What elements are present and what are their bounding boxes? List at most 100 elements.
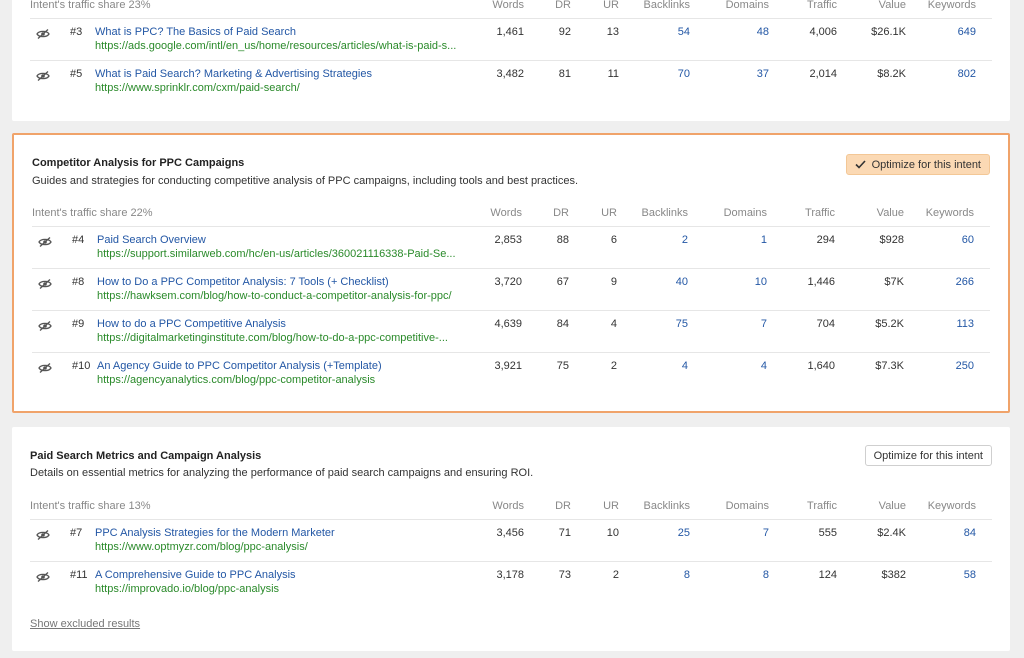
result-title-link[interactable]: What is Paid Search? Marketing & Adverti…	[95, 68, 372, 80]
keywords-link[interactable]: 60	[962, 234, 974, 246]
optimize-intent-button[interactable]: Optimize for this intent	[864, 445, 992, 466]
col-backlinks: Backlinks	[643, 500, 690, 512]
dr-value: 92	[558, 26, 571, 38]
rank: #9	[72, 318, 85, 330]
domains-link[interactable]: 4	[761, 360, 767, 372]
col-domains: Domains	[723, 207, 767, 219]
words-value: 4,639	[494, 318, 522, 330]
traffic-value: 1,640	[807, 360, 835, 372]
keywords-link[interactable]: 802	[958, 68, 976, 80]
eye-slash-icon[interactable]	[38, 237, 52, 247]
value-amount: $7K	[884, 276, 904, 288]
col-keywords: Keywords	[925, 207, 974, 219]
traffic-value: 124	[818, 569, 837, 581]
value-amount: $8.2K	[877, 68, 906, 80]
eye-slash-icon[interactable]	[36, 71, 50, 81]
traffic-share: Intent's traffic share 23%	[30, 0, 151, 11]
col-domains: Domains	[725, 500, 769, 512]
keywords-link[interactable]: 84	[964, 527, 976, 539]
value-amount: $7.3K	[875, 360, 904, 372]
traffic-value: 704	[816, 318, 835, 330]
check-icon	[854, 160, 866, 169]
eye-slash-icon[interactable]	[36, 530, 50, 540]
dr-value: 73	[558, 569, 571, 581]
domains-link[interactable]: 7	[763, 527, 769, 539]
domains-link[interactable]: 8	[763, 569, 769, 581]
domains-link[interactable]: 1	[761, 234, 767, 246]
rank: #8	[72, 276, 85, 288]
value-amount: $928	[879, 234, 904, 246]
ur-value: 10	[606, 527, 619, 539]
backlinks-link[interactable]: 40	[676, 276, 688, 288]
result-title-link[interactable]: Paid Search Overview	[97, 234, 206, 246]
result-title-link[interactable]: What is PPC? The Basics of Paid Search	[95, 26, 296, 38]
domains-link[interactable]: 7	[761, 318, 767, 330]
rank: #3	[70, 26, 83, 38]
traffic-share: Intent's traffic share 22%	[32, 207, 153, 219]
value-amount: $5.2K	[875, 318, 904, 330]
words-value: 3,482	[496, 68, 524, 80]
backlinks-link[interactable]: 8	[684, 569, 690, 581]
keywords-link[interactable]: 266	[956, 276, 974, 288]
eye-slash-icon[interactable]	[36, 29, 50, 39]
keywords-link[interactable]: 250	[956, 360, 974, 372]
result-url-link[interactable]: https://support.similarweb.com/hc/en-us/…	[97, 248, 456, 260]
table-header: Intent's traffic share 23% Words DR UR B…	[30, 0, 992, 13]
result-url-link[interactable]: https://www.sprinklr.com/cxm/paid-search…	[95, 82, 300, 94]
table-row: #10 An Agency Guide to PPC Competitor Ana…	[32, 352, 990, 394]
table-row: #5 What is Paid Search? Marketing & Adver…	[30, 60, 992, 102]
backlinks-link[interactable]: 2	[682, 234, 688, 246]
table-row: #4 Paid Search Overview https://support.si…	[32, 226, 990, 268]
result-title-link[interactable]: A Comprehensive Guide to PPC Analysis	[95, 569, 296, 581]
intent-description: Details on essential metrics for analyzi…	[30, 467, 534, 479]
table-row: #7 PPC Analysis Strategies for the Modern…	[30, 519, 992, 561]
backlinks-link[interactable]: 75	[676, 318, 688, 330]
eye-slash-icon[interactable]	[36, 572, 50, 582]
result-title-link[interactable]: PPC Analysis Strategies for the Modern M…	[95, 527, 335, 539]
traffic-value: 2,014	[809, 68, 837, 80]
optimize-intent-label: Optimize for this intent	[871, 158, 981, 171]
ur-value: 11	[607, 68, 619, 80]
result-title-link[interactable]: An Agency Guide to PPC Competitor Analys…	[97, 360, 382, 372]
intent-title: Paid Search Metrics and Campaign Analysi…	[30, 450, 262, 462]
keywords-link[interactable]: 649	[958, 26, 976, 38]
result-url-link[interactable]: https://digitalmarketinginstitute.com/bl…	[97, 332, 448, 344]
col-value: Value	[876, 207, 904, 219]
show-excluded-link[interactable]: Show excluded results	[30, 618, 140, 630]
col-keywords: Keywords	[927, 0, 976, 11]
col-domains: Domains	[725, 0, 769, 11]
intent-card-metrics-campaign: Paid Search Metrics and Campaign Analysi…	[12, 427, 1010, 651]
dr-value: 81	[558, 68, 571, 80]
ur-value: 9	[610, 276, 617, 288]
backlinks-link[interactable]: 54	[678, 26, 690, 38]
backlinks-link[interactable]: 70	[678, 68, 690, 80]
dr-value: 75	[556, 360, 569, 372]
col-traffic: Traffic	[807, 500, 837, 512]
domains-link[interactable]: 10	[755, 276, 767, 288]
backlinks-link[interactable]: 4	[682, 360, 688, 372]
result-url-link[interactable]: https://www.optmyzr.com/blog/ppc-analysi…	[95, 541, 308, 553]
traffic-value: 1,446	[807, 276, 835, 288]
keywords-link[interactable]: 113	[956, 318, 974, 330]
dr-value: 71	[558, 527, 571, 539]
result-url-link[interactable]: https://improvado.io/blog/ppc-analysis	[95, 583, 279, 595]
result-title-link[interactable]: How to do a PPC Competitive Analysis	[97, 318, 286, 330]
optimize-intent-button[interactable]: Optimize for this intent	[845, 154, 990, 175]
eye-slash-icon[interactable]	[38, 321, 52, 331]
result-url-link[interactable]: https://hawksem.com/blog/how-to-conduct-…	[97, 290, 452, 302]
words-value: 3,178	[496, 569, 524, 581]
result-url-link[interactable]: https://ads.google.com/intl/en_us/home/r…	[95, 40, 456, 52]
dr-value: 67	[556, 276, 569, 288]
result-title-link[interactable]: How to Do a PPC Competitor Analysis: 7 T…	[97, 276, 389, 288]
domains-link[interactable]: 48	[757, 26, 769, 38]
domains-link[interactable]: 37	[757, 68, 769, 80]
result-url-link[interactable]: https://agencyanalytics.com/blog/ppc-com…	[97, 374, 375, 386]
words-value: 3,921	[494, 360, 522, 372]
keywords-link[interactable]: 58	[964, 569, 976, 581]
eye-slash-icon[interactable]	[38, 363, 52, 373]
backlinks-link[interactable]: 25	[678, 527, 690, 539]
rank: #11	[70, 569, 88, 581]
ur-value: 4	[610, 318, 617, 330]
col-traffic: Traffic	[807, 0, 837, 11]
eye-slash-icon[interactable]	[38, 279, 52, 289]
